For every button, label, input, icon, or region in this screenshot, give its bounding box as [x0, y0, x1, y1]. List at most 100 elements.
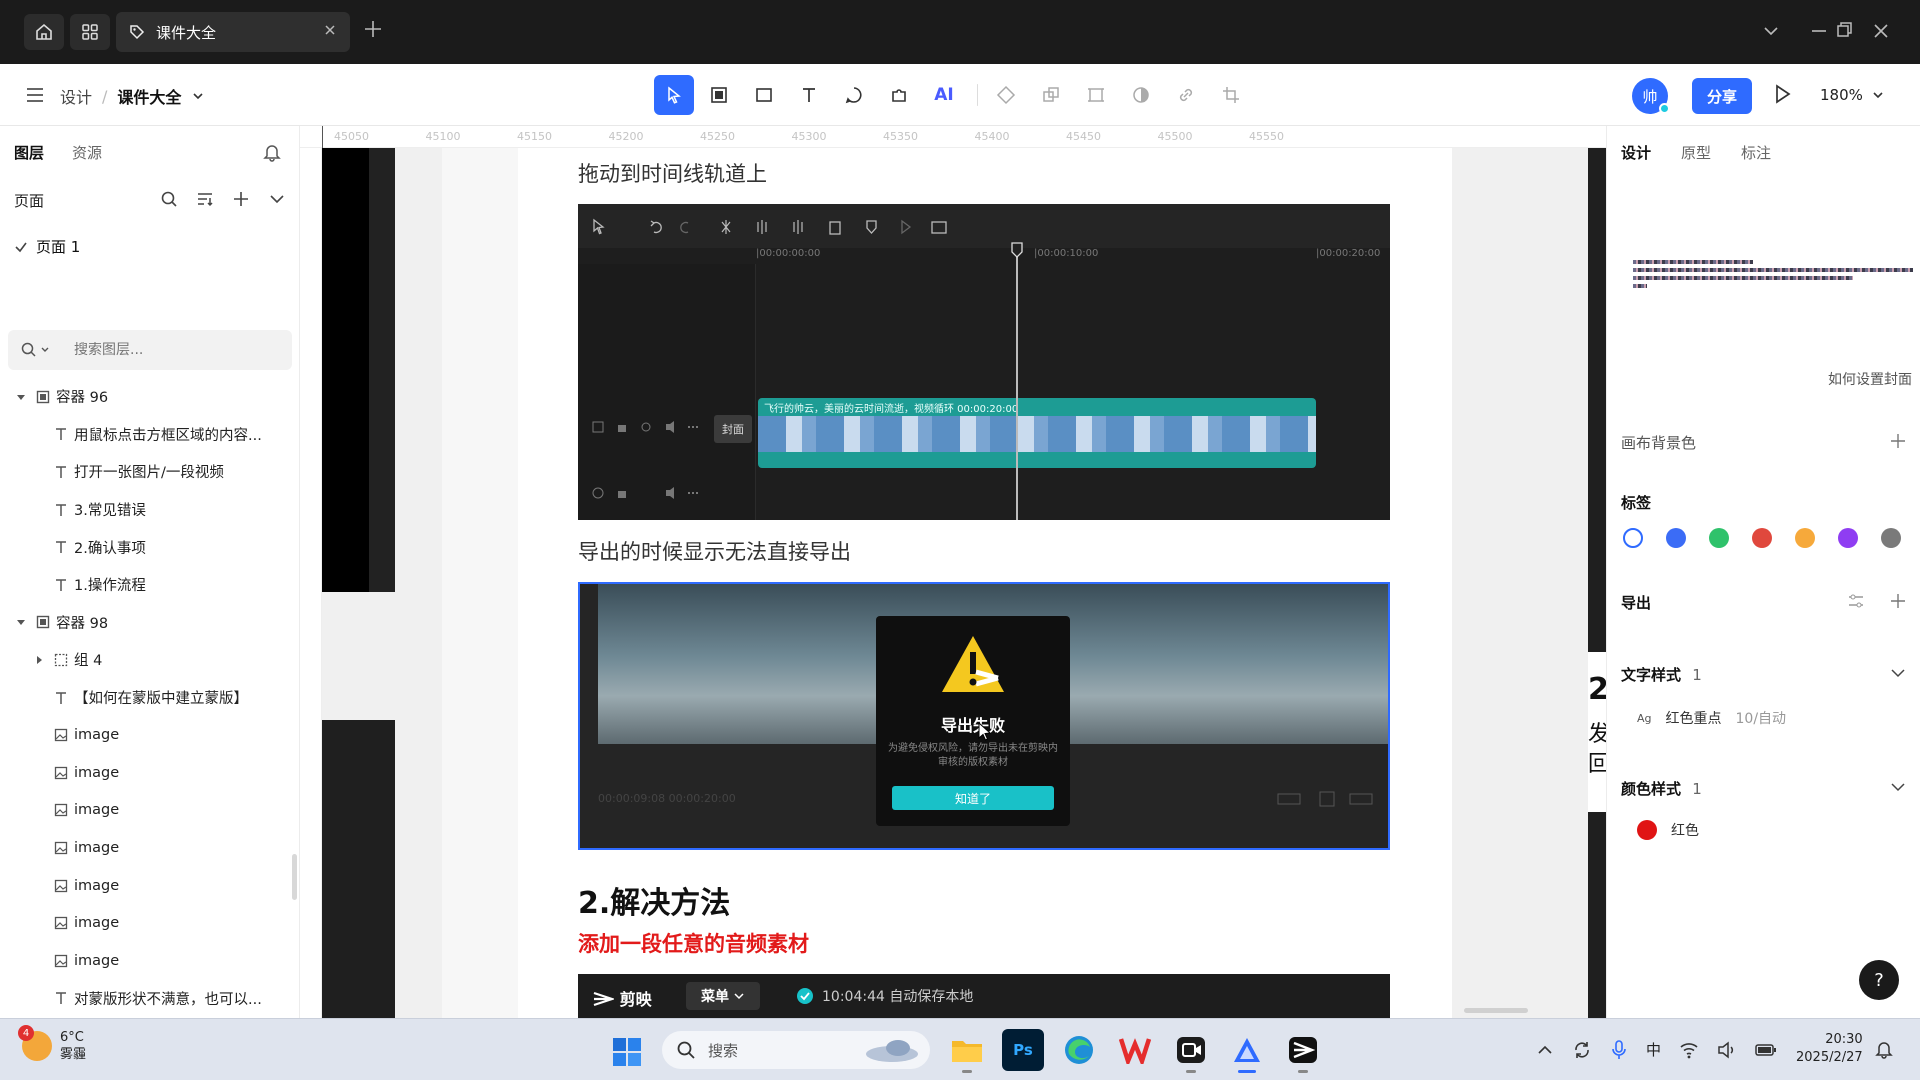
tag-color-swatch[interactable]: [1709, 528, 1729, 548]
select-tool[interactable]: [654, 75, 694, 115]
heading-export-issue[interactable]: 导出的时候显示无法直接导出: [578, 536, 851, 566]
tab-design[interactable]: 设计: [1621, 142, 1651, 163]
layer-row[interactable]: 容器 98: [0, 604, 299, 642]
add-icon[interactable]: [1889, 592, 1907, 610]
page-item[interactable]: 页面 1: [15, 236, 80, 257]
ai-tool[interactable]: AI: [924, 75, 964, 115]
sync-icon[interactable]: [1572, 1040, 1592, 1060]
capcut-app[interactable]: [1282, 1029, 1324, 1073]
export-settings-icon[interactable]: [1847, 592, 1865, 610]
wps-app[interactable]: [1114, 1029, 1156, 1071]
files-app[interactable]: [946, 1029, 988, 1073]
minimize-icon[interactable]: [1808, 20, 1830, 42]
battery-icon[interactable]: [1755, 1042, 1777, 1058]
edge-app[interactable]: [1058, 1029, 1100, 1071]
layer-row[interactable]: 打开一张图片/一段视频: [0, 453, 299, 491]
rectangle-tool[interactable]: [744, 75, 784, 115]
taskbar-search[interactable]: 搜索: [662, 1031, 930, 1069]
tag-color-swatch[interactable]: [1666, 528, 1686, 548]
caret-down-icon[interactable]: [12, 392, 30, 402]
home-button[interactable]: [24, 14, 64, 50]
adjacent-frame-thumbnail[interactable]: [322, 720, 395, 1018]
layer-row[interactable]: image: [0, 754, 299, 792]
restore-icon[interactable]: [1832, 20, 1854, 42]
layer-row[interactable]: 组 4: [0, 641, 299, 679]
adjacent-frame-thumbnail[interactable]: [1588, 148, 1606, 1018]
hamburger-menu-icon[interactable]: [24, 84, 46, 106]
export-failed-screenshot[interactable]: 导出失败 为避免侵权风险，请勿导出未在剪映内审核的版权素材 知道了 00:00:…: [578, 582, 1390, 850]
adjacent-frame-thumbnail[interactable]: [322, 148, 395, 592]
layer-row[interactable]: 用鼠标点击方框区域的内容...: [0, 416, 299, 454]
tag-color-swatch[interactable]: [1881, 528, 1901, 548]
link-tool[interactable]: [1166, 75, 1206, 115]
component-tool[interactable]: [986, 75, 1026, 115]
heading-drag-to-timeline[interactable]: 拖动到时间线轨道上: [578, 158, 767, 188]
layer-row[interactable]: image: [0, 942, 299, 980]
color-style-item[interactable]: 红色: [1637, 820, 1699, 840]
video-clip[interactable]: 飞行的帅云，美丽的云时间流逝，视频循环 00:00:20:00: [758, 398, 1316, 468]
contrast-tool[interactable]: [1121, 75, 1161, 115]
frame-tool[interactable]: [699, 75, 739, 115]
caret-right-icon[interactable]: [30, 655, 48, 665]
crop-tool[interactable]: [1211, 75, 1251, 115]
input-method[interactable]: 中: [1646, 1039, 1661, 1060]
text-style-item[interactable]: Ag 红色重点 10/自动: [1637, 708, 1786, 728]
section-title-solution[interactable]: 2.解决方法: [578, 878, 730, 922]
system-clock[interactable]: 20:30 2025/2/27: [1796, 1031, 1863, 1067]
sort-icon[interactable]: [196, 190, 214, 208]
add-icon[interactable]: [1889, 432, 1907, 450]
capcut-header-screenshot[interactable]: 剪映 菜单 10:04:44 自动保存本地: [578, 974, 1390, 1018]
file-name[interactable]: 课件大全: [117, 84, 181, 108]
tag-color-swatch[interactable]: [1795, 528, 1815, 548]
apps-grid-button[interactable]: [70, 14, 110, 50]
timeline-screenshot[interactable]: |00:00:00:00 |00:00:10:00 |00:00:20:00 封…: [578, 204, 1390, 520]
tab-prototype[interactable]: 原型: [1681, 142, 1711, 163]
red-highlight-note[interactable]: 添加一段任意的音频素材: [578, 928, 809, 958]
caret-down-icon[interactable]: [12, 617, 30, 627]
layer-row[interactable]: 容器 96: [0, 378, 299, 416]
layer-row[interactable]: 【如何在蒙版中建立蒙版】: [0, 679, 299, 717]
chevron-down-icon[interactable]: [191, 89, 205, 103]
new-tab-icon[interactable]: [362, 18, 384, 40]
layer-row[interactable]: image: [0, 829, 299, 867]
cover-link[interactable]: 如何设置封面: [1828, 369, 1912, 389]
playhead[interactable]: [1011, 242, 1023, 520]
add-page-icon[interactable]: [232, 190, 250, 208]
volume-icon[interactable]: [1717, 1040, 1737, 1059]
chevron-up-icon[interactable]: [1536, 1041, 1554, 1059]
weather-widget[interactable]: 4 6°C 雾霾: [18, 1025, 86, 1063]
file-tab[interactable]: 课件大全: [116, 12, 350, 52]
mask-tool[interactable]: [1076, 75, 1116, 115]
close-window-icon[interactable]: [1870, 20, 1892, 42]
layer-row[interactable]: image: [0, 904, 299, 942]
layer-row[interactable]: 1.操作流程: [0, 566, 299, 604]
layer-row[interactable]: 对蒙版形状不满意，也可以...: [0, 980, 299, 1018]
canvas-horizontal-scrollbar[interactable]: [1464, 1008, 1528, 1013]
layer-row[interactable]: image: [0, 716, 299, 754]
got-it-button[interactable]: 知道了: [892, 786, 1054, 810]
text-tool[interactable]: [789, 75, 829, 115]
ps-app[interactable]: Ps: [1002, 1029, 1044, 1071]
comment-tool[interactable]: [834, 75, 874, 115]
tag-color-swatch[interactable]: [1838, 528, 1858, 548]
design-canvas[interactable]: 45050 45100 45150 45200 45250 45300 45350 45400…: [300, 126, 1606, 1018]
share-button[interactable]: 分享: [1692, 78, 1752, 114]
tab-assets[interactable]: 资源: [72, 142, 102, 163]
chevron-down-icon[interactable]: [1760, 20, 1782, 42]
tab-close-icon[interactable]: [322, 22, 338, 38]
layer-row[interactable]: image: [0, 792, 299, 830]
layer-row[interactable]: 3.常见错误: [0, 491, 299, 529]
boolean-tool[interactable]: [1031, 75, 1071, 115]
pixso-app[interactable]: [1226, 1029, 1268, 1073]
wifi-icon[interactable]: [1679, 1041, 1699, 1059]
tab-layers[interactable]: 图层: [14, 142, 44, 163]
layer-search[interactable]: [8, 330, 292, 370]
user-avatar[interactable]: 帅: [1632, 78, 1670, 114]
notification-bell-icon[interactable]: [262, 142, 282, 162]
layers-scrollbar[interactable]: [292, 854, 297, 900]
windows-start-icon[interactable]: [612, 1037, 642, 1067]
layer-search-input[interactable]: [74, 342, 274, 358]
screen-recorder-app[interactable]: [1170, 1029, 1212, 1073]
microphone-icon[interactable]: [1610, 1039, 1628, 1060]
layer-row[interactable]: 2.确认事项: [0, 528, 299, 566]
